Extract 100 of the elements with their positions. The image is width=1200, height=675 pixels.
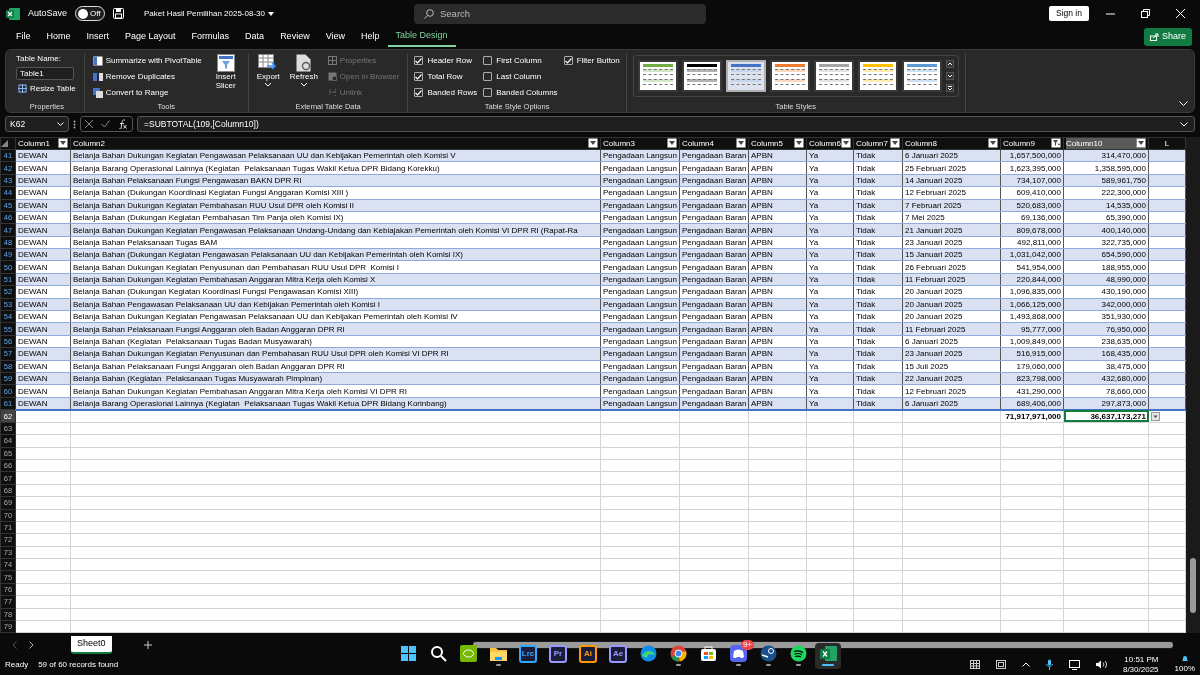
table-style-swatch[interactable]: [901, 59, 942, 92]
clock-date[interactable]: 8/30/2025: [1122, 665, 1159, 675]
autosave-label: AutoSave: [28, 6, 68, 20]
dropdown-arrow-icon: [590, 141, 596, 146]
ring-logo-icon[interactable]: [669, 645, 687, 663]
filter-button[interactable]: [1136, 138, 1146, 149]
select-all-icon[interactable]: [1, 139, 8, 147]
drag-handle-icon: [73, 119, 76, 129]
filter-button[interactable]: [988, 138, 998, 149]
slicer-icon: [216, 53, 235, 72]
filter-button[interactable]: [588, 138, 598, 149]
menu-tab[interactable]: Help: [353, 28, 388, 46]
filter-button[interactable]: [58, 138, 68, 149]
sheet-tab[interactable]: Sheet0: [71, 636, 112, 654]
column-header[interactable]: L: [1164, 138, 1170, 148]
menu-tab[interactable]: View: [317, 28, 353, 46]
search-icon[interactable]: [429, 645, 447, 663]
save-icon[interactable]: [113, 8, 125, 20]
filter-button[interactable]: [841, 138, 851, 149]
windows-logo-icon[interactable]: [399, 645, 417, 663]
shopping-bag-icon[interactable]: [699, 645, 717, 663]
checkbox-option[interactable]: Total Row: [414, 68, 478, 85]
menu-tab[interactable]: Table Design: [387, 27, 456, 47]
export-button[interactable]: Export: [254, 52, 282, 101]
spreadsheet-app-icon[interactable]: [819, 645, 837, 663]
restore-icon[interactable]: [1141, 9, 1150, 19]
clock-time[interactable]: 10:51 PM: [1122, 655, 1159, 665]
table-style-swatch[interactable]: [813, 59, 854, 92]
menu-tab[interactable]: Page Layout: [117, 28, 184, 46]
filter-button[interactable]: [1051, 138, 1061, 149]
scroll-up-icon[interactable]: [945, 59, 954, 68]
network-icon[interactable]: [1068, 660, 1080, 670]
menu-tab[interactable]: Review: [272, 28, 318, 46]
name-box[interactable]: K62: [5, 116, 69, 133]
checkbox-option[interactable]: Header Row: [414, 52, 478, 69]
tool-button[interactable]: Summarize with PivotTable: [90, 52, 204, 69]
tool-button[interactable]: Remove Duplicates: [90, 68, 204, 85]
table-style-swatch[interactable]: [769, 59, 810, 92]
checkbox-option[interactable]: Last Column: [483, 68, 558, 85]
dropdown-arrow-icon: [738, 141, 744, 146]
share-button[interactable]: Share: [1143, 28, 1192, 46]
file-name-button[interactable]: Paket Hasil Pemilihan 2025-08-30: [142, 6, 276, 21]
search-field[interactable]: Search: [414, 3, 706, 24]
resize-table-button[interactable]: Resize Table: [16, 81, 78, 96]
tool-button[interactable]: Convert to Range: [90, 84, 204, 101]
insert-slicer-button[interactable]: Insert Slicer: [209, 52, 242, 101]
column-header[interactable]: Column2: [73, 137, 105, 149]
resize-icon: [18, 84, 27, 94]
scroll-down-icon[interactable]: [945, 71, 954, 80]
menu-tab[interactable]: Insert: [78, 28, 118, 46]
table-export-icon: [258, 53, 279, 72]
filter-button[interactable]: [736, 138, 746, 149]
dropdown-button-icon[interactable]: [1151, 411, 1160, 421]
autosave-toggle[interactable]: Off: [75, 6, 106, 22]
share-icon: [1149, 33, 1159, 42]
game-controller-icon[interactable]: [729, 645, 747, 663]
music-logo-icon[interactable]: [789, 645, 807, 663]
notification-badge: 9+: [740, 640, 754, 650]
volume-icon[interactable]: [1095, 660, 1107, 670]
filter-button[interactable]: [667, 138, 677, 149]
filter-button[interactable]: [794, 138, 804, 149]
refresh-button[interactable]: Refresh: [287, 52, 320, 101]
checkmark-icon: [564, 57, 572, 64]
add-sheet-icon[interactable]: [143, 641, 152, 650]
close-icon[interactable]: [1176, 9, 1185, 19]
dropdown-arrow-icon: [1138, 141, 1144, 146]
previous-sheet-icon[interactable]: [12, 641, 17, 650]
sign-in-button[interactable]: Sign in: [1049, 6, 1089, 22]
next-sheet-icon[interactable]: [29, 641, 34, 650]
table-style-swatch[interactable]: [725, 59, 766, 92]
table-style-swatch[interactable]: [857, 59, 898, 92]
table-style-swatch[interactable]: [681, 59, 722, 92]
cancel-icon[interactable]: [85, 120, 93, 129]
filter-button[interactable]: [890, 138, 900, 149]
chevron-up-icon[interactable]: [1021, 662, 1030, 668]
menu-tab[interactable]: File: [8, 28, 39, 46]
table-name-field[interactable]: Table1: [16, 66, 74, 80]
microphone-icon[interactable]: [1045, 659, 1053, 671]
check-icon[interactable]: [101, 120, 110, 129]
bell-icon[interactable]: [1180, 655, 1189, 663]
checkbox-option[interactable]: First Column: [483, 52, 558, 69]
checkbox-option[interactable]: Filter Button: [563, 52, 620, 69]
total-cell: 71,917,971,000: [1000, 409, 1064, 423]
normal-view-icon[interactable]: [969, 660, 980, 670]
menu-tab[interactable]: Formulas: [183, 28, 238, 46]
insert-function-icon[interactable]: [118, 119, 128, 130]
dropdown-arrow-icon: [892, 141, 898, 146]
caret-icon: [265, 82, 272, 87]
menu-tab[interactable]: Data: [237, 28, 273, 46]
menu-tab[interactable]: Home: [38, 28, 79, 46]
checkbox-option[interactable]: Banded Columns: [483, 84, 558, 101]
eye-logo-icon[interactable]: [459, 645, 477, 663]
scrollbar-thumb[interactable]: [1190, 558, 1196, 614]
zoom-level[interactable]: 100%: [1174, 663, 1195, 675]
collapse-ribbon-icon[interactable]: [1179, 100, 1188, 107]
checkbox-option[interactable]: Banded Rows: [414, 84, 478, 101]
page-layout-icon[interactable]: [995, 660, 1006, 670]
wave-logo-icon[interactable]: [639, 645, 657, 663]
more-icon[interactable]: [945, 83, 954, 92]
table-style-swatch[interactable]: [637, 59, 678, 92]
